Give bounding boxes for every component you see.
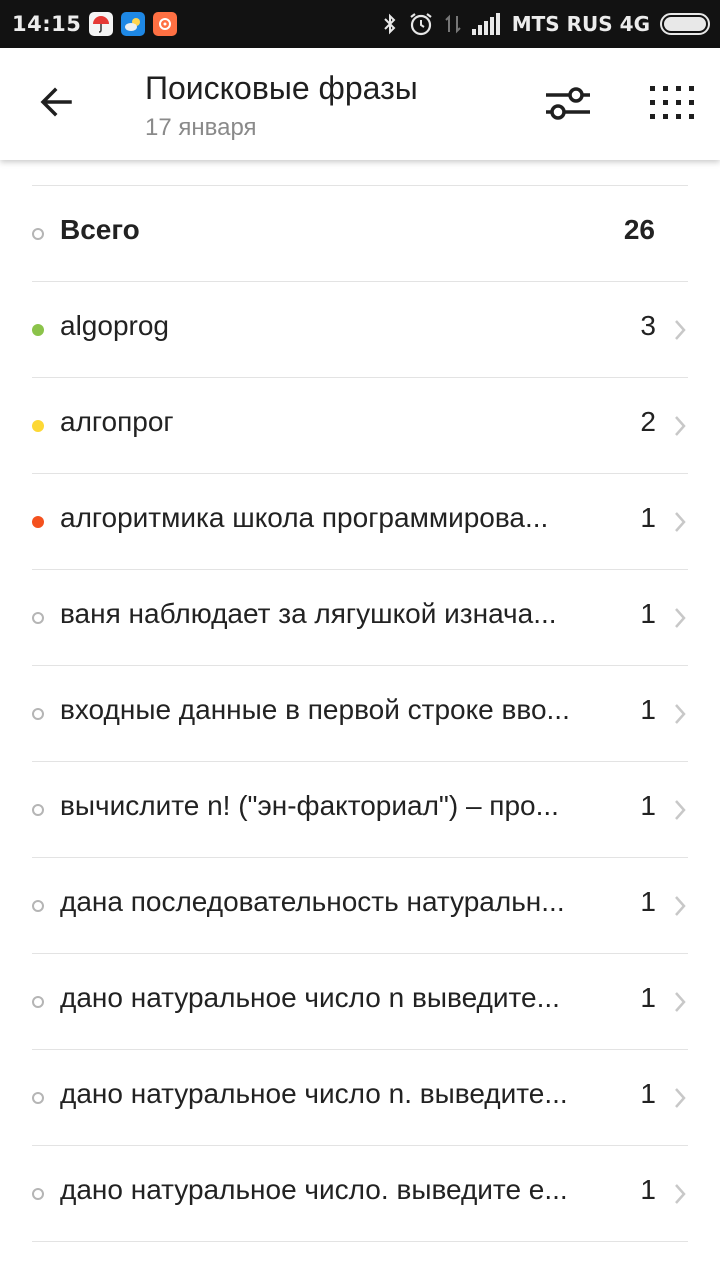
outline-dot-icon (32, 612, 44, 624)
list-item-label: дано натуральное число. выведите е... (60, 1174, 568, 1205)
filter-sliders-icon (546, 87, 590, 120)
page-title: Поисковые фразы (145, 70, 418, 106)
list-item-count: 1 (640, 502, 656, 533)
outline-dot-icon (32, 804, 44, 816)
list-item-count: 1 (640, 1174, 656, 1205)
list-item[interactable]: дано натуральное число. выведите е... 1 (32, 1145, 688, 1241)
list-item-count: 3 (640, 310, 656, 341)
total-label: Всего (60, 214, 140, 245)
umbrella-app-icon (89, 12, 114, 36)
total-row: Всего 26 (32, 185, 688, 281)
list-item-label: алгопрог (60, 406, 174, 437)
alarm-icon (410, 13, 432, 36)
chevron-right-icon (675, 320, 686, 340)
list-item[interactable]: ваня наблюдает за лягушкой изнача... 1 (32, 569, 688, 665)
grid-menu-icon (650, 86, 694, 119)
carrier-label: MTS RUS 4G (511, 12, 650, 36)
outline-dot-icon (32, 900, 44, 912)
chevron-right-icon (675, 992, 686, 1012)
status-bar: 14:15 MTS RUS 4G (0, 0, 720, 48)
status-indicators: MTS RUS 4G (382, 0, 710, 48)
list-item-count: 2 (640, 406, 656, 437)
list-item[interactable]: дано натуральное число n выведите... 1 (32, 953, 688, 1049)
list-end-divider (32, 1241, 688, 1282)
chevron-right-icon (675, 608, 686, 628)
list-item-count: 1 (640, 694, 656, 725)
list-item[interactable]: алгоритмика школа программирова... 1 (32, 473, 688, 569)
chevron-right-icon (675, 704, 686, 724)
outline-dot-icon (32, 228, 44, 240)
list-item[interactable]: дано натуральное число n. выведите... 1 (32, 1049, 688, 1145)
chevron-right-icon (675, 512, 686, 532)
data-arrows-icon (445, 14, 461, 34)
red-dot-icon (32, 516, 44, 528)
yellow-dot-icon (32, 420, 44, 432)
orange-app-icon (153, 12, 178, 36)
outline-dot-icon (32, 1188, 44, 1200)
list-item-label: ваня наблюдает за лягушкой изнача... (60, 598, 557, 629)
total-count: 26 (623, 214, 655, 245)
list-item-label: алгоритмика школа программирова... (60, 502, 549, 533)
chevron-right-icon (675, 416, 686, 436)
back-button[interactable] (36, 82, 76, 122)
chevron-right-icon (675, 896, 686, 916)
list-item[interactable]: входные данные в первой строке вво... 1 (32, 665, 688, 761)
list-item-count: 1 (640, 598, 656, 629)
battery-level (664, 17, 706, 31)
outline-dot-icon (32, 1092, 44, 1104)
list-item[interactable]: алгопрог 2 (32, 377, 688, 473)
battery-icon (660, 13, 710, 35)
list-item-count: 1 (640, 886, 656, 917)
weather-app-icon (121, 12, 146, 36)
green-dot-icon (32, 324, 44, 336)
signal-icon (471, 13, 500, 35)
filter-button[interactable] (544, 84, 592, 124)
list-item-label: дана последовательность натуральн... (60, 886, 565, 917)
list-item[interactable]: вычислите n! ("эн-факториал") – про... 1 (32, 761, 688, 857)
status-time: 14:15 (12, 12, 82, 36)
back-arrow-icon (40, 87, 72, 117)
page-subtitle-date: 17 января (145, 114, 257, 141)
outline-dot-icon (32, 996, 44, 1008)
chevron-right-icon (675, 800, 686, 820)
search-phrases-list: Всего 26 algoprog 3 алгопрог 2 алгоритмика ш… (32, 185, 688, 1282)
list-item-label: дано натуральное число n. выведите... (60, 1078, 568, 1109)
outline-dot-icon (32, 708, 44, 720)
list-item-label: входные данные в первой строке вво... (60, 694, 570, 725)
chevron-right-icon (675, 1184, 686, 1204)
app-header: Поисковые фразы 17 января (0, 48, 720, 160)
list-item-count: 1 (640, 982, 656, 1013)
bluetooth-icon (384, 13, 396, 35)
list-item-count: 1 (640, 790, 656, 821)
list-item[interactable]: дана последовательность натуральн... 1 (32, 857, 688, 953)
list-item[interactable]: algoprog 3 (32, 281, 688, 377)
list-item-label: algoprog (60, 310, 169, 341)
chevron-right-icon (675, 1088, 686, 1108)
list-item-label: дано натуральное число n выведите... (60, 982, 560, 1013)
list-item-count: 1 (640, 1078, 656, 1109)
grid-menu-button[interactable] (650, 86, 694, 120)
list-item-label: вычислите n! ("эн-факториал") – про... (60, 790, 559, 821)
